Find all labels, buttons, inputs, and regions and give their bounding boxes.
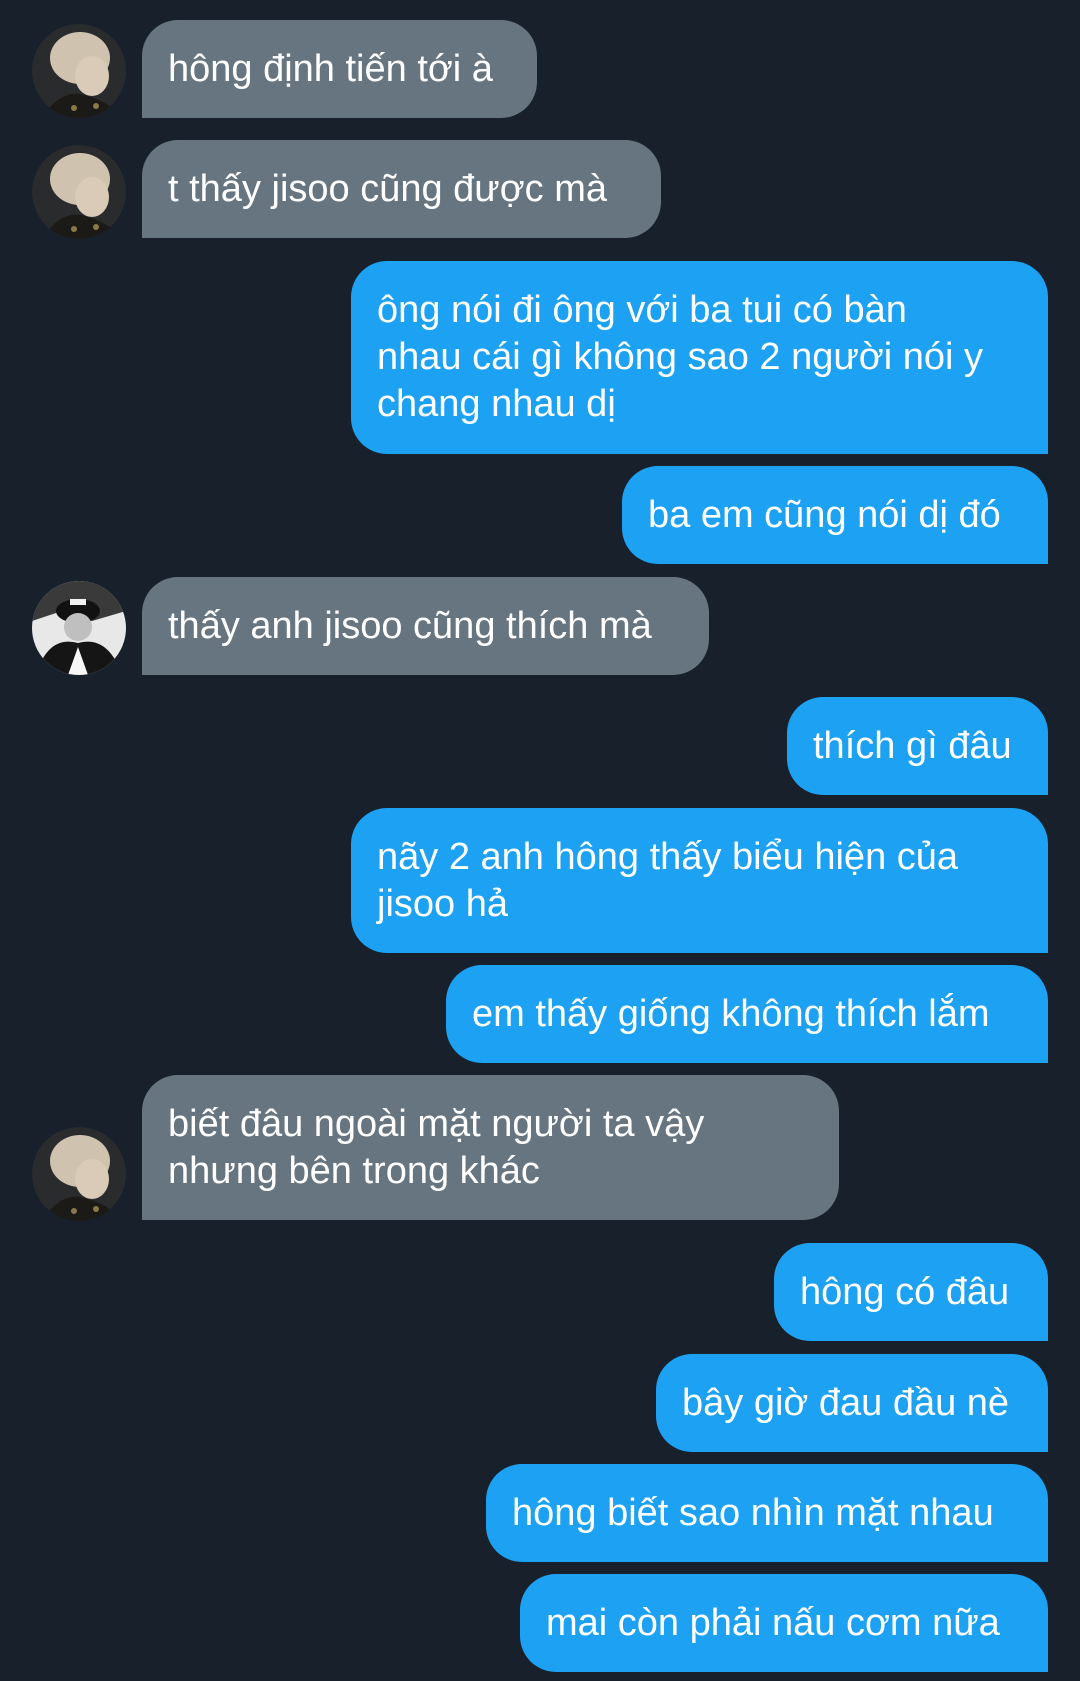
message-bubble-outgoing[interactable]: mai còn phải nấu cơm nữa xyxy=(520,1574,1048,1672)
message-text: bây giờ đau đầu nè xyxy=(682,1381,1010,1424)
message-text: hông định tiến tới à xyxy=(168,47,493,90)
blonde-avatar[interactable] xyxy=(32,1127,126,1221)
message-bubble-incoming[interactable]: hông định tiến tới à xyxy=(142,20,537,118)
message-text: ông nói đi ông với ba tui có bàn nhau cá… xyxy=(377,289,983,425)
message-bubble-outgoing[interactable]: bây giờ đau đầu nè xyxy=(656,1354,1048,1452)
message-bubble-outgoing[interactable]: hông có đâu xyxy=(774,1243,1048,1341)
message-text: hông biết sao nhìn mặt nhau xyxy=(512,1491,994,1534)
cap-avatar[interactable] xyxy=(32,581,126,675)
message-text: ba em cũng nói dị đó xyxy=(648,493,1001,536)
message-text: thấy anh jisoo cũng thích mà xyxy=(168,604,652,647)
message-bubble-outgoing[interactable]: hông biết sao nhìn mặt nhau xyxy=(486,1464,1048,1562)
message-bubble-outgoing[interactable]: ba em cũng nói dị đó xyxy=(622,466,1048,564)
message-bubble-outgoing[interactable]: nãy 2 anh hông thấy biểu hiện của jisoo … xyxy=(351,808,1048,953)
message-text: thích gì đâu xyxy=(813,724,1012,767)
message-text: hông có đâu xyxy=(800,1270,1010,1313)
message-bubble-outgoing[interactable]: thích gì đâu xyxy=(787,697,1048,795)
message-bubble-incoming[interactable]: t thấy jisoo cũng được mà xyxy=(142,140,661,238)
blonde-avatar[interactable] xyxy=(32,145,126,239)
message-text: em thấy giống không thích lắm xyxy=(472,992,990,1035)
message-bubble-outgoing[interactable]: ông nói đi ông với ba tui có bàn nhau cá… xyxy=(351,261,1048,454)
message-text: nãy 2 anh hông thấy biểu hiện của jisoo … xyxy=(377,835,959,925)
message-text: mai còn phải nấu cơm nữa xyxy=(546,1601,1000,1644)
blonde-avatar[interactable] xyxy=(32,24,126,118)
message-text: biết đâu ngoài mặt người ta vậy nhưng bê… xyxy=(168,1102,705,1192)
message-text: t thấy jisoo cũng được mà xyxy=(168,167,608,210)
message-bubble-outgoing[interactable]: em thấy giống không thích lắm xyxy=(446,965,1048,1063)
message-bubble-incoming[interactable]: biết đâu ngoài mặt người ta vậy nhưng bê… xyxy=(142,1075,839,1220)
message-bubble-incoming[interactable]: thấy anh jisoo cũng thích mà xyxy=(142,577,709,675)
